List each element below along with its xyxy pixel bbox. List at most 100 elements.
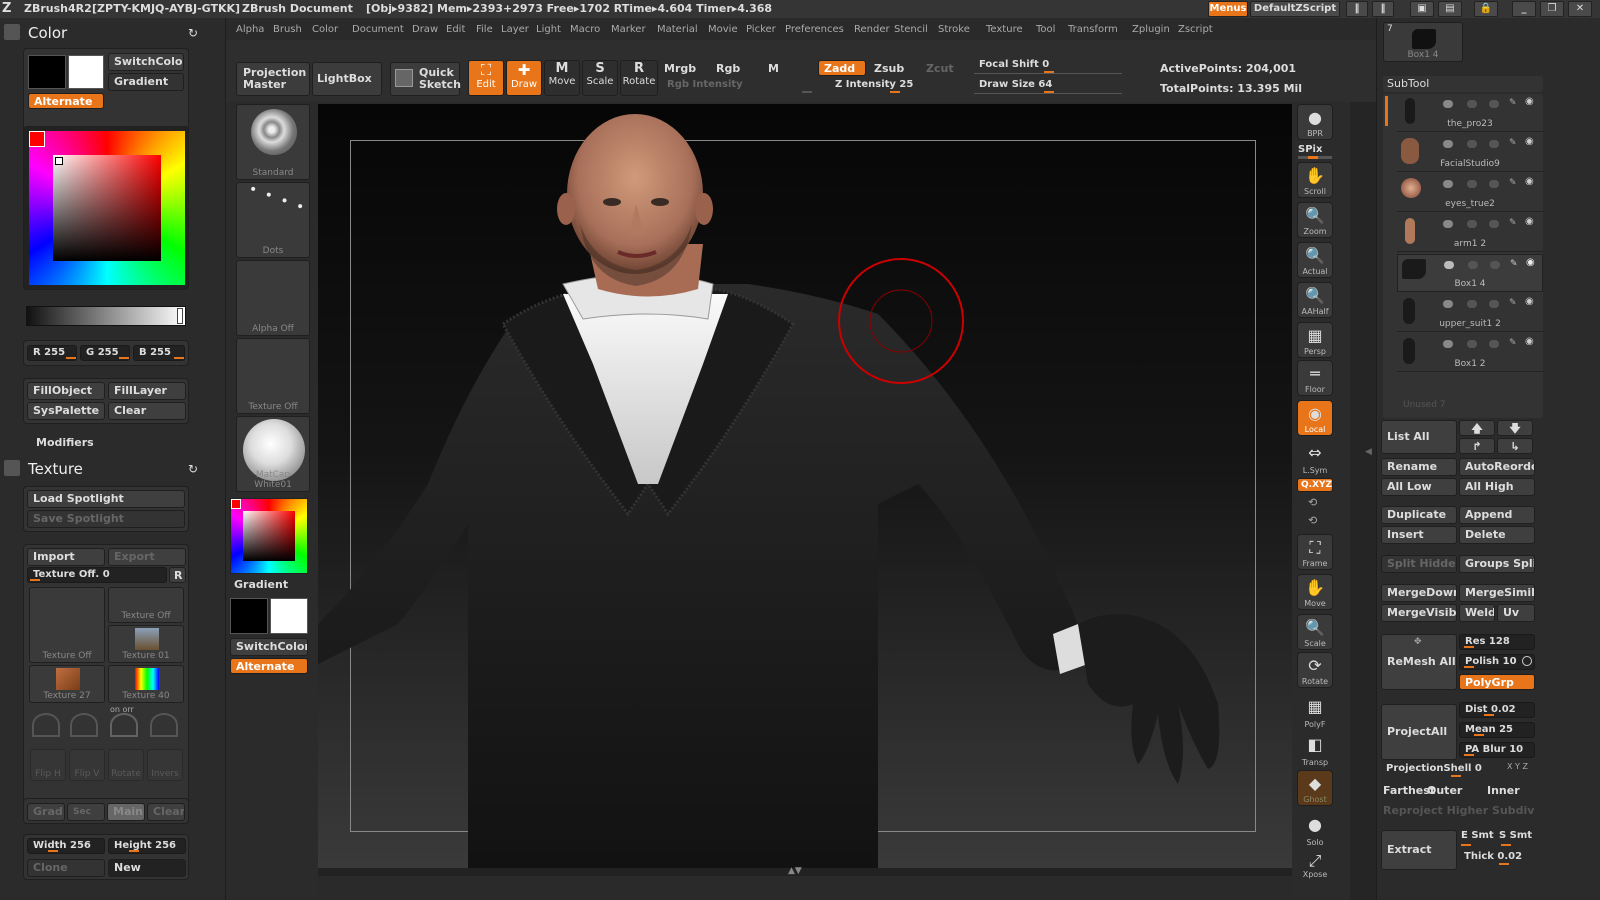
sys-palette-button[interactable]: SysPalette <box>27 402 105 420</box>
menu-transform[interactable]: Transform <box>1068 24 1118 35</box>
draw-mode-button[interactable]: ✚ Draw <box>506 60 542 96</box>
color-panel-title[interactable]: Color <box>28 24 67 42</box>
secondary-color-swatch[interactable] <box>68 55 104 89</box>
subtool-item[interactable]: ✎ ◉ the_pro23 <box>1397 94 1543 132</box>
scroll-button[interactable]: ✋ Scroll <box>1297 162 1333 198</box>
menu-brush[interactable]: Brush <box>273 24 302 35</box>
weld-button[interactable]: Weld <box>1459 604 1495 622</box>
move-down-right-icon[interactable]: ↳ <box>1497 438 1533 454</box>
menu-tool[interactable]: Tool <box>1036 24 1055 35</box>
close-icon[interactable]: ✕ <box>1568 1 1592 17</box>
toggle-icon[interactable]: ‖ <box>1346 1 1368 17</box>
current-tool-thumb[interactable]: 7 Box1 4 <box>1383 22 1463 62</box>
actual-button[interactable]: 🔍 Actual <box>1297 242 1333 278</box>
zoom-button[interactable]: 🔍 Zoom <box>1297 202 1333 238</box>
texture-selector[interactable]: Texture Off <box>236 338 310 414</box>
menu-document[interactable]: Document <box>352 24 404 35</box>
menu-color[interactable]: Color <box>312 24 338 35</box>
sec-button[interactable]: Sec <box>67 803 105 821</box>
subtool-item[interactable]: ✎ ◉ arm1 2 <box>1397 214 1543 252</box>
subtool-header[interactable]: SubTool <box>1383 76 1543 92</box>
edit-mode-button[interactable]: ⛶ Edit <box>468 60 504 96</box>
subtool-item-selected[interactable]: ✎ ◉ Box1 4 <box>1397 254 1543 292</box>
texture-thumb[interactable]: Texture Off <box>108 587 184 623</box>
menu-material[interactable]: Material <box>657 24 698 35</box>
extract-button[interactable]: Extract <box>1381 830 1457 870</box>
r-button[interactable]: R <box>169 567 186 583</box>
project-all-button[interactable]: ProjectAll <box>1381 704 1457 760</box>
subtool-item[interactable]: ✎ ◉ FacialStudio9 <box>1397 134 1543 172</box>
clear-texture-button[interactable]: Clear <box>147 803 185 821</box>
alpha-selector[interactable]: Alpha Off <box>236 260 310 336</box>
flip-h-button[interactable]: Flip H <box>30 749 66 781</box>
menu-zscript[interactable]: Zscript <box>1178 24 1213 35</box>
rgb-toggle[interactable]: Rgb <box>716 62 740 75</box>
material-selector[interactable]: MatCap White01 <box>236 416 310 492</box>
subtool-list[interactable]: ✎ ◉ the_pro23 ✎ ◉ FacialStudio9 ✎ ◉ eyes_true2… <box>1383 94 1543 418</box>
saturation-square[interactable] <box>53 155 161 261</box>
projection-master-button[interactable]: Projection Master <box>236 62 310 96</box>
tray-menu-icon[interactable] <box>4 460 20 476</box>
menu-texture[interactable]: Texture <box>986 24 1023 35</box>
zcut-toggle[interactable]: Zcut <box>926 62 954 75</box>
dial-icon[interactable] <box>110 713 138 737</box>
rgb-intensity-slider[interactable]: Rgb Intensity <box>662 78 814 94</box>
focal-shift-slider[interactable]: Focal Shift 0 <box>974 58 1124 74</box>
texture-thumb[interactable]: Texture Off <box>29 587 105 663</box>
dial-icon[interactable] <box>150 713 178 737</box>
merge-down-button[interactable]: MergeDown <box>1381 584 1457 602</box>
outer-toggle[interactable]: Outer <box>1427 784 1462 797</box>
e-smt-slider[interactable]: E Smt <box>1461 830 1494 841</box>
menu-picker[interactable]: Picker <box>746 24 776 35</box>
menu-draw[interactable]: Draw <box>412 24 438 35</box>
texture-thumb[interactable]: Texture 40 <box>108 665 184 703</box>
mini-color-picker[interactable] <box>230 498 308 574</box>
menu-stencil[interactable]: Stencil <box>894 24 928 35</box>
scale-mode-button[interactable]: S Scale <box>582 60 618 96</box>
move-view-button[interactable]: ✋ Move <box>1297 574 1333 610</box>
fill-layer-button[interactable]: FillLayer <box>108 382 186 400</box>
groups-split-button[interactable]: Groups Split <box>1459 555 1535 573</box>
texture-panel-title[interactable]: Texture <box>28 460 83 478</box>
polyf-button[interactable]: ▦ PolyF <box>1297 694 1333 730</box>
texture-thumb[interactable]: Texture 27 <box>29 665 105 703</box>
m-toggle[interactable]: M <box>768 62 779 75</box>
fill-object-button[interactable]: FillObject <box>27 382 105 400</box>
polish-slider[interactable]: Polish 10 <box>1459 654 1535 670</box>
menu-render[interactable]: Render <box>854 24 890 35</box>
menu-file[interactable]: File <box>476 24 493 35</box>
menu-preferences[interactable]: Preferences <box>785 24 844 35</box>
bpr-button[interactable]: ● BPR <box>1297 104 1333 140</box>
subtool-item[interactable]: ✎ ◉ upper_suit1 2 <box>1397 294 1543 332</box>
flip-v-button[interactable]: Flip V <box>69 749 105 781</box>
reproject-button[interactable]: Reproject Higher Subdiv <box>1383 804 1534 817</box>
dial-icon[interactable] <box>70 713 98 737</box>
local-button[interactable]: ◉ Local <box>1297 400 1333 436</box>
z-intensity-slider[interactable]: Z Intensity 25 <box>830 78 954 94</box>
brush-selector[interactable]: Standard <box>236 104 310 180</box>
lsym-button[interactable]: ⇔ L.Sym <box>1297 440 1333 476</box>
s-smt-slider[interactable]: S Smt <box>1499 830 1532 841</box>
mini-saturation-square[interactable] <box>243 511 295 561</box>
move-up-icon[interactable]: 🡅 <box>1459 420 1495 436</box>
move-mode-button[interactable]: M Move <box>544 60 580 96</box>
rotate-view-button[interactable]: ⟳ Rotate <box>1297 652 1333 688</box>
mini-alternate-button[interactable]: Alternate <box>230 658 308 674</box>
grad-button[interactable]: Grad <box>27 803 65 821</box>
refresh-icon[interactable]: ↻ <box>188 462 198 476</box>
canvas-bottom-scroll[interactable]: ▲▼ <box>318 866 1292 876</box>
mini-secondary-swatch[interactable] <box>270 598 308 634</box>
mrgb-toggle[interactable]: Mrgb <box>664 62 696 75</box>
toggle-icon[interactable]: ‖ <box>1372 1 1394 17</box>
layout-icon[interactable]: ▣ <box>1410 1 1434 17</box>
polygroup-button[interactable]: PolyGrp <box>1459 674 1535 690</box>
spix-label[interactable]: SPix <box>1298 144 1322 155</box>
polish-toggle-icon[interactable] <box>1522 656 1532 666</box>
save-spotlight-button[interactable]: Save Spotlight <box>27 510 185 528</box>
duplicate-button[interactable]: Duplicate <box>1381 506 1457 524</box>
floor-button[interactable]: ═ Floor <box>1297 360 1333 396</box>
menu-alpha[interactable]: Alpha <box>236 24 264 35</box>
width-slider[interactable]: Width 256 <box>27 838 105 854</box>
switch-color-button[interactable]: SwitchColor <box>108 53 184 71</box>
zadd-button[interactable]: Zadd <box>818 60 866 76</box>
